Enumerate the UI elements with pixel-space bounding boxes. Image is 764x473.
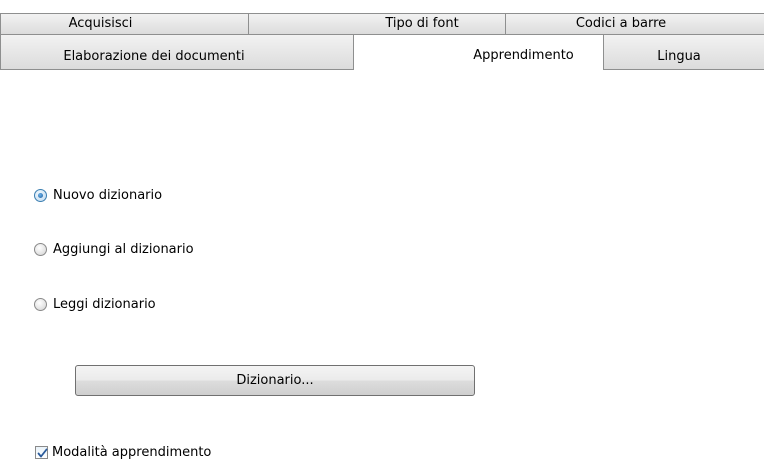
tab-content	[0, 70, 764, 473]
learning-mode-checkbox[interactable]	[35, 445, 48, 459]
radio-unselected-icon[interactable]	[34, 297, 47, 311]
radio-label: Aggiungi al dizionario	[53, 241, 194, 257]
dictionary-button-label: Dizionario...	[236, 373, 314, 388]
tab-codici-a-barre[interactable]: Codici a barre	[505, 13, 764, 35]
radio-nuovo-dizionario[interactable]: Nuovo dizionario	[34, 186, 162, 204]
tab-elaborazione-dei-documenti[interactable]: Elaborazione dei documenti	[0, 34, 354, 70]
tab-label: Codici a barre	[575, 16, 667, 31]
radio-leggi-dizionario[interactable]: Leggi dizionario	[34, 295, 156, 313]
dictionary-button[interactable]: Dizionario...	[75, 365, 475, 396]
radio-label: Nuovo dizionario	[53, 187, 163, 203]
tab-label: Apprendimento	[473, 48, 574, 63]
learning-mode-label: Modalità apprendimento	[52, 444, 212, 460]
radio-selected-icon[interactable]	[34, 188, 47, 202]
radio-unselected-icon[interactable]	[34, 242, 47, 256]
tab-label: Acquisisci	[68, 16, 133, 31]
radio-label: Leggi dizionario	[53, 296, 156, 312]
tab-label: Elaborazione dei documenti	[63, 49, 245, 64]
radio-aggiungi-al-dizionario[interactable]: Aggiungi al dizionario	[34, 240, 194, 258]
checkmark-icon	[37, 448, 48, 457]
tab-label: Lingua	[657, 49, 701, 64]
tab-acquisisci[interactable]: Acquisisci	[0, 13, 249, 35]
tab-tipo-di-font[interactable]: Tipo di font	[248, 13, 506, 35]
learning-tab-panel: Acquisisci Tipo di font Codici a barre E…	[0, 0, 764, 473]
tab-lingua[interactable]: Lingua	[603, 34, 764, 70]
learning-mode-checkbox-row[interactable]: Modalità apprendimento	[35, 443, 211, 461]
tab-apprendimento[interactable]: Apprendimento	[353, 34, 604, 71]
tab-label: Tipo di font	[385, 16, 459, 31]
